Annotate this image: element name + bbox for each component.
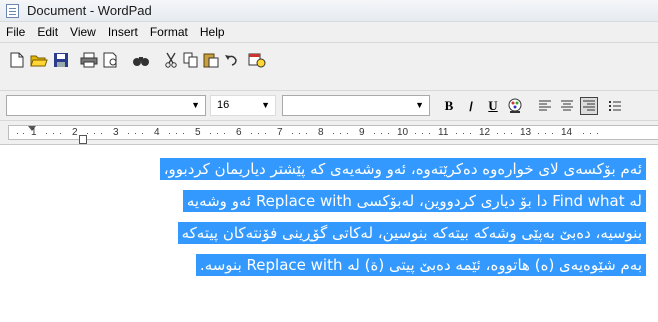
- ruler-number: 1: [31, 127, 37, 138]
- script-select[interactable]: ▼: [282, 95, 430, 116]
- bold-button[interactable]: B: [440, 97, 458, 115]
- selected-text-line[interactable]: بنوسیە، دەبێ بەپێی وشەکە بیتەکە بنوسین، …: [177, 222, 646, 244]
- menu-bar: File Edit View Insert Format Help: [0, 22, 658, 42]
- ruler-number: 7: [277, 127, 283, 138]
- ruler-bar: 1 2 3 4 5 6 7 8 9 10 11 12 13 14: [8, 125, 658, 140]
- save-icon[interactable]: [52, 51, 70, 69]
- ruler-number: 14: [561, 127, 573, 138]
- new-icon[interactable]: [8, 51, 26, 69]
- find-icon[interactable]: [132, 51, 150, 69]
- ruler-number: 12: [479, 127, 491, 138]
- print-icon[interactable]: [80, 51, 98, 69]
- ruler-number: 8: [318, 127, 324, 138]
- menu-edit[interactable]: Edit: [31, 25, 64, 39]
- font-size-select[interactable]: 16 ▼: [210, 95, 276, 116]
- window-title: Document - WordPad: [27, 3, 152, 18]
- menu-view[interactable]: View: [64, 25, 102, 39]
- italic-button[interactable]: /: [462, 97, 480, 115]
- ruler-number: 4: [154, 127, 160, 138]
- align-left-icon[interactable]: [536, 97, 554, 115]
- chevron-down-icon: ▼: [261, 100, 270, 110]
- wordpad-document-icon: [6, 3, 19, 18]
- menu-format[interactable]: Format: [144, 25, 194, 39]
- font-color-icon[interactable]: [506, 97, 524, 115]
- selected-text-line[interactable]: بەم شێوەیەی (ه) هاتووە، ئێمە دەبێ پیتی (…: [195, 254, 646, 276]
- print-preview-icon[interactable]: [102, 51, 120, 69]
- selected-text-line[interactable]: لە Find what دا بۆ دیاری کردووین، لەبۆکس…: [182, 190, 646, 212]
- ruler-number: 5: [195, 127, 201, 138]
- ruler-number: 3: [113, 127, 119, 138]
- font-name-select[interactable]: ▼: [6, 95, 206, 116]
- menu-insert[interactable]: Insert: [102, 25, 144, 39]
- menu-help[interactable]: Help: [194, 25, 231, 39]
- undo-icon[interactable]: [222, 51, 240, 69]
- standard-toolbar: [0, 42, 658, 90]
- ruler-number: 13: [520, 127, 532, 138]
- ruler-number: 6: [236, 127, 242, 138]
- bullets-icon[interactable]: [606, 97, 624, 115]
- copy-icon[interactable]: [182, 51, 200, 69]
- cut-icon[interactable]: [162, 51, 180, 69]
- ruler-number: 2: [72, 127, 78, 138]
- align-center-icon[interactable]: [558, 97, 576, 115]
- ruler-number: 10: [397, 127, 409, 138]
- chevron-down-icon: ▼: [415, 100, 424, 110]
- title-bar: Document - WordPad: [0, 0, 658, 22]
- font-size-value: 16: [217, 99, 230, 111]
- ruler: 1 2 3 4 5 6 7 8 9 10 11 12 13 14: [0, 120, 658, 144]
- date-time-icon[interactable]: [248, 51, 266, 69]
- format-toolbar: ▼ 16 ▼ ▼ B / U: [0, 90, 658, 120]
- menu-file[interactable]: File: [0, 25, 31, 39]
- paste-icon[interactable]: [202, 51, 220, 69]
- chevron-down-icon: ▼: [191, 100, 200, 110]
- document-text[interactable]: ئەم بۆکسەی لای خوارەوە دەکرێتەوە، ئەو وش…: [26, 153, 646, 281]
- document-area[interactable]: ئەم بۆکسەی لای خوارەوە دەکرێتەوە، ئەو وش…: [0, 144, 658, 322]
- underline-button[interactable]: U: [484, 97, 502, 115]
- ruler-number: 11: [438, 127, 449, 138]
- ruler-number: 9: [359, 127, 365, 138]
- hanging-indent-marker[interactable]: [79, 135, 87, 144]
- align-right-icon[interactable]: [580, 97, 598, 115]
- open-icon[interactable]: [30, 51, 48, 69]
- selected-text-line[interactable]: ئەم بۆکسەی لای خوارەوە دەکرێتەوە، ئەو وش…: [159, 158, 646, 180]
